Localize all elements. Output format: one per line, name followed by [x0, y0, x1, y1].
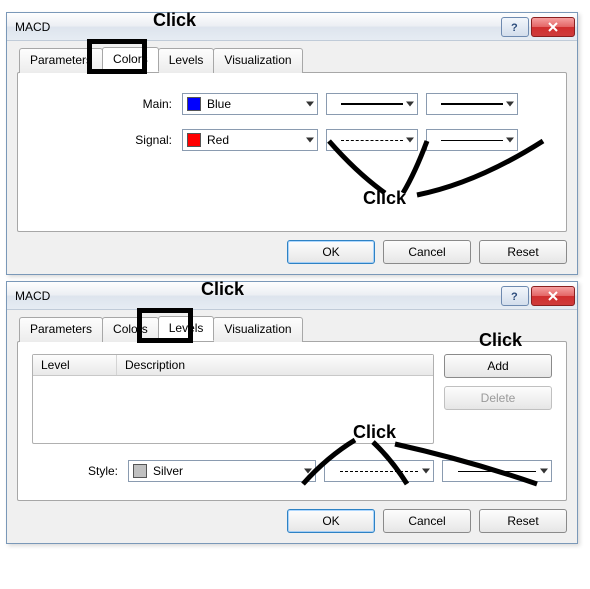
tab-parameters[interactable]: Parameters — [19, 48, 103, 73]
chevron-down-icon — [506, 138, 514, 143]
chevron-down-icon — [306, 138, 314, 143]
main-color-select[interactable]: Blue — [182, 93, 318, 115]
titlebar[interactable]: MACD ? — [7, 282, 577, 310]
signal-color-text: Red — [207, 133, 229, 147]
add-button[interactable]: Add — [444, 354, 552, 378]
swatch-silver — [133, 464, 147, 478]
style-color-text: Silver — [153, 464, 183, 478]
line-thin-icon — [458, 471, 536, 472]
cancel-button[interactable]: Cancel — [383, 509, 471, 533]
ok-button[interactable]: OK — [287, 509, 375, 533]
main-color-text: Blue — [207, 97, 231, 111]
swatch-red — [187, 133, 201, 147]
tab-colors[interactable]: Colors — [102, 317, 159, 342]
tab-colors[interactable]: Colors — [102, 47, 159, 72]
style-linestyle-select[interactable] — [324, 460, 434, 482]
tab-visualization[interactable]: Visualization — [213, 48, 302, 73]
line-dashed-icon — [340, 471, 418, 472]
line-thin-icon — [441, 140, 503, 141]
tabstrip: Parameters Colors Levels Visualization — [19, 47, 567, 72]
style-linewidth-select[interactable] — [442, 460, 552, 482]
titlebar[interactable]: MACD ? — [7, 13, 577, 41]
delete-button[interactable]: Delete — [444, 386, 552, 410]
tab-parameters[interactable]: Parameters — [19, 317, 103, 342]
label-style: Style: — [32, 464, 128, 478]
dialog-macd-colors: MACD ? Parameters Colors Levels Visualiz… — [6, 12, 578, 275]
signal-linestyle-select[interactable] — [326, 129, 418, 151]
chevron-down-icon — [304, 469, 312, 474]
svg-text:?: ? — [511, 22, 518, 33]
chevron-down-icon — [406, 138, 414, 143]
chevron-down-icon — [422, 469, 430, 474]
dialog-macd-levels: MACD ? Parameters Colors Levels Visualiz… — [6, 281, 578, 544]
levels-list[interactable]: Level Description — [32, 354, 434, 444]
swatch-blue — [187, 97, 201, 111]
signal-color-select[interactable]: Red — [182, 129, 318, 151]
col-description[interactable]: Description — [117, 355, 433, 375]
help-button[interactable]: ? — [501, 286, 529, 306]
tab-content-colors: Main: Blue Signal: — [17, 72, 567, 232]
line-dashed-icon — [341, 140, 403, 141]
chevron-down-icon — [406, 102, 414, 107]
line-solid-icon — [341, 103, 403, 105]
tab-levels[interactable]: Levels — [158, 48, 215, 73]
chevron-down-icon — [506, 102, 514, 107]
tab-visualization[interactable]: Visualization — [213, 317, 302, 342]
reset-button[interactable]: Reset — [479, 509, 567, 533]
reset-button[interactable]: Reset — [479, 240, 567, 264]
label-main: Main: — [34, 97, 182, 111]
levels-header: Level Description — [33, 355, 433, 376]
close-button[interactable] — [531, 286, 575, 306]
help-button[interactable]: ? — [501, 17, 529, 37]
close-button[interactable] — [531, 17, 575, 37]
style-color-select[interactable]: Silver — [128, 460, 316, 482]
col-level[interactable]: Level — [33, 355, 117, 375]
signal-linewidth-select[interactable] — [426, 129, 518, 151]
chevron-down-icon — [306, 102, 314, 107]
tab-levels[interactable]: Levels — [158, 316, 215, 341]
label-signal: Signal: — [34, 133, 182, 147]
window-title: MACD — [15, 289, 501, 303]
svg-text:?: ? — [511, 291, 518, 302]
cancel-button[interactable]: Cancel — [383, 240, 471, 264]
ok-button[interactable]: OK — [287, 240, 375, 264]
main-linewidth-select[interactable] — [426, 93, 518, 115]
tab-content-levels: Level Description Add Delete Style: Silv… — [17, 341, 567, 501]
chevron-down-icon — [540, 469, 548, 474]
line-solid-icon — [441, 103, 503, 105]
tabstrip: Parameters Colors Levels Visualization — [19, 316, 567, 341]
main-linestyle-select[interactable] — [326, 93, 418, 115]
window-title: MACD — [15, 20, 501, 34]
